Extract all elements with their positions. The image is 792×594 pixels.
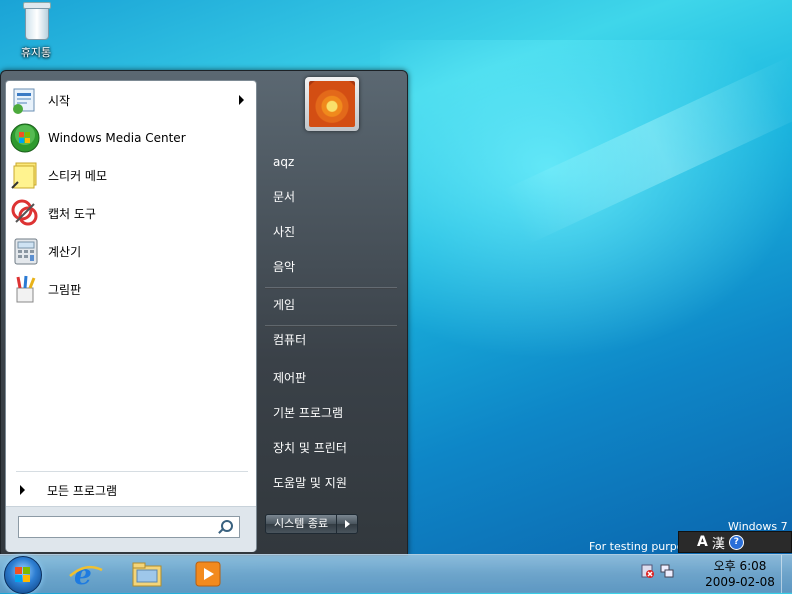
program-media-center[interactable]: Windows Media Center — [6, 120, 256, 156]
program-label: 시작 — [48, 93, 71, 108]
all-programs-button[interactable]: 모든 프로그램 — [16, 478, 248, 502]
program-calculator[interactable]: 계산기 — [6, 233, 256, 269]
search-area — [6, 506, 256, 552]
windows-logo-icon — [15, 567, 31, 583]
start-menu: 시작 Windows Media Center 스티커 메모 캡처 도구 계산기… — [0, 70, 408, 556]
program-sticky-notes[interactable]: 스티커 메모 — [6, 157, 256, 193]
shutdown-button[interactable]: 시스템 종료 — [265, 514, 338, 534]
internet-explorer-icon[interactable]: e — [66, 558, 106, 591]
program-snipping-tool[interactable]: 캡처 도구 — [6, 195, 256, 231]
notification-area — [640, 564, 674, 578]
hanja-conversion-button[interactable]: 漢 — [712, 533, 725, 552]
taskbar: e 오후 6:08 2009-02-08 — [0, 554, 792, 594]
recycle-bin-icon — [21, 2, 51, 40]
action-center-warning-icon[interactable] — [640, 564, 654, 578]
program-paint[interactable]: 그림판 — [6, 271, 256, 307]
right-divider — [265, 287, 397, 289]
start-menu-right-pane: aqz 문서 사진 음악 게임 컴퓨터 제어판 기본 프로그램 장치 및 프린터… — [259, 71, 407, 555]
program-label: 캡처 도구 — [48, 206, 96, 221]
language-bar[interactable]: A 漢 ? — [678, 531, 792, 553]
control-panel-link[interactable]: 제어판 — [273, 366, 393, 390]
help-support-link[interactable]: 도움말 및 지원 — [273, 471, 393, 495]
user-folder-link[interactable]: aqz — [273, 150, 393, 174]
svg-text:e: e — [74, 558, 92, 590]
games-link[interactable]: 게임 — [273, 293, 393, 317]
start-menu-programs-pane: 시작 Windows Media Center 스티커 메모 캡처 도구 계산기… — [5, 80, 257, 552]
network-icon[interactable] — [660, 564, 674, 578]
search-icon[interactable] — [221, 520, 233, 532]
flower-picture — [309, 81, 355, 127]
start-button[interactable] — [4, 556, 42, 594]
clock-date: 2009-02-08 — [705, 575, 775, 589]
program-label: 그림판 — [48, 282, 82, 297]
music-link[interactable]: 음악 — [273, 255, 393, 279]
submenu-arrow-icon — [239, 95, 244, 105]
paint-icon — [10, 274, 40, 304]
sticky-notes-icon — [10, 160, 40, 190]
programs-divider — [16, 471, 248, 472]
program-getting-started[interactable]: 시작 — [6, 82, 256, 118]
expand-arrow-icon — [20, 485, 25, 495]
shutdown-options-arrow-icon[interactable] — [337, 514, 359, 534]
recycle-bin-label: 휴지통 — [20, 46, 52, 59]
windows-explorer-icon[interactable] — [127, 558, 167, 590]
help-icon[interactable]: ? — [728, 534, 744, 550]
snipping-tool-icon — [10, 198, 40, 228]
media-player-icon[interactable] — [188, 558, 228, 590]
program-label: 스티커 메모 — [48, 168, 108, 183]
input-mode-indicator[interactable]: A — [697, 534, 708, 550]
program-label: 계산기 — [48, 244, 82, 259]
getting-started-icon — [10, 85, 40, 115]
all-programs-label: 모든 프로그램 — [47, 483, 118, 498]
pictures-link[interactable]: 사진 — [273, 220, 393, 244]
program-label: Windows Media Center — [48, 131, 186, 145]
clock-time: 오후 6:08 — [713, 559, 767, 573]
documents-link[interactable]: 문서 — [273, 185, 393, 209]
right-divider — [265, 325, 397, 327]
recycle-bin-desktop-icon[interactable]: 휴지통 — [14, 0, 58, 60]
show-desktop-button[interactable] — [781, 555, 792, 593]
media-center-icon — [10, 123, 40, 153]
search-input[interactable] — [22, 517, 216, 537]
shutdown-control: 시스템 종료 — [265, 514, 359, 534]
taskbar-clock[interactable]: 오후 6:08 2009-02-08 — [698, 558, 782, 590]
devices-printers-link[interactable]: 장치 및 프린터 — [273, 436, 393, 460]
calculator-icon — [10, 236, 40, 266]
computer-link[interactable]: 컴퓨터 — [273, 328, 393, 352]
start-search-box[interactable] — [18, 516, 240, 538]
user-avatar[interactable] — [305, 77, 359, 131]
default-programs-link[interactable]: 기본 프로그램 — [273, 401, 393, 425]
